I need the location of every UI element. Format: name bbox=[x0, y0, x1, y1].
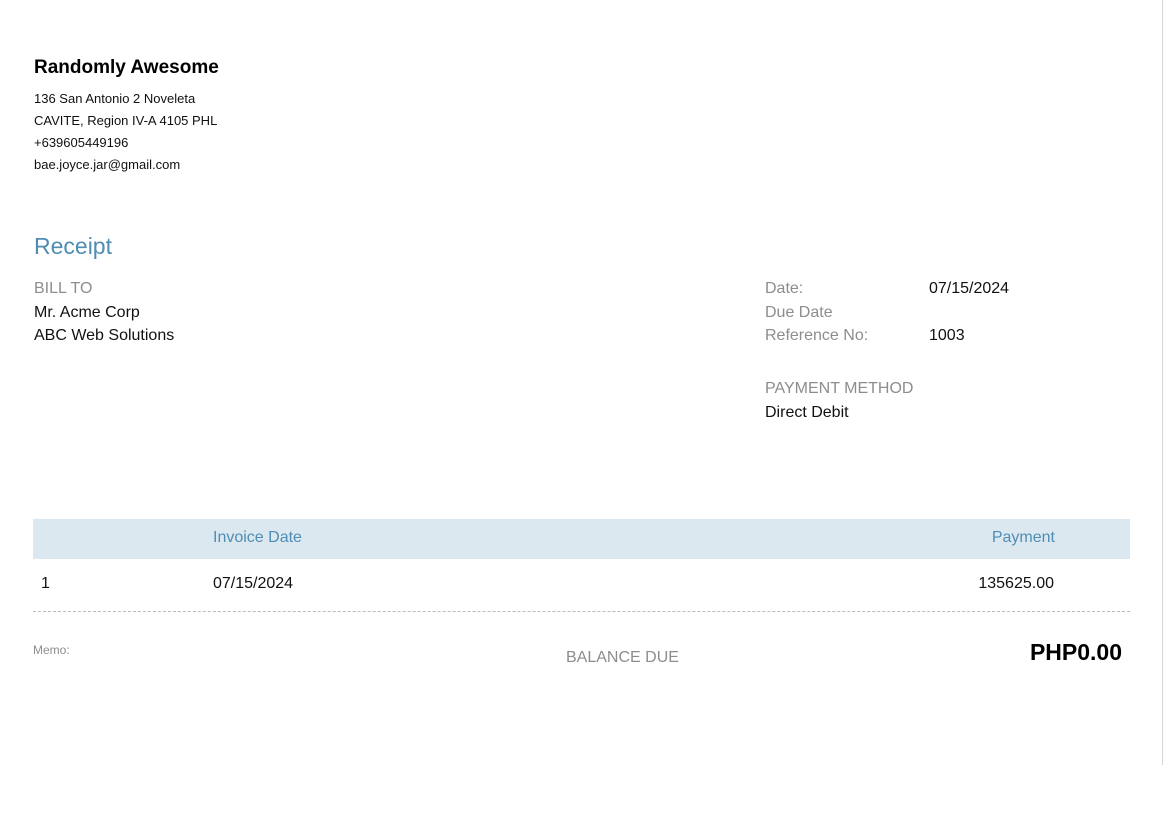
table-row: 1 07/15/2024 135625.00 bbox=[33, 559, 1130, 612]
row-number: 1 bbox=[41, 575, 50, 592]
bill-to-label: BILL TO bbox=[34, 280, 93, 297]
receipt-meta: Date: 07/15/2024 Due Date Reference No: … bbox=[765, 277, 1009, 348]
invoice-date-header: Invoice Date bbox=[213, 529, 302, 546]
company-email: bae.joyce.jar@gmail.com bbox=[34, 157, 181, 172]
date-row: Date: 07/15/2024 bbox=[765, 277, 1009, 301]
bill-to-company: ABC Web Solutions bbox=[34, 327, 175, 344]
date-label: Date: bbox=[765, 280, 804, 297]
document-title: Receipt bbox=[34, 233, 112, 259]
bill-to-section: BILL TO Mr. Acme Corp ABC Web Solutions bbox=[34, 277, 174, 348]
payment-method-value: Direct Debit bbox=[765, 403, 849, 421]
row-invoice-date: 07/15/2024 bbox=[213, 575, 294, 592]
balance-due-label: BALANCE DUE bbox=[566, 649, 679, 666]
address-line-1: 136 San Antonio 2 Noveleta bbox=[34, 91, 196, 106]
due-date-row: Due Date bbox=[765, 301, 1009, 325]
company-info: Randomly Awesome 136 San Antonio 2 Novel… bbox=[34, 57, 219, 176]
due-date-label: Due Date bbox=[765, 303, 833, 321]
page-edge bbox=[1162, 0, 1163, 765]
payments-table: Invoice Date Payment 1 07/15/2024 135625… bbox=[33, 519, 1130, 612]
bill-to-name: Mr. Acme Corp bbox=[34, 303, 140, 321]
payment-method-label: PAYMENT METHOD bbox=[765, 380, 914, 397]
reference-label: Reference No: bbox=[765, 327, 869, 344]
table-header: Invoice Date Payment bbox=[33, 519, 1130, 559]
memo-label: Memo: bbox=[33, 643, 70, 657]
company-name: Randomly Awesome bbox=[34, 57, 219, 78]
payment-header: Payment bbox=[991, 529, 1055, 546]
payment-method-section: PAYMENT METHOD Direct Debit bbox=[765, 377, 913, 424]
receipt-footer: Memo: BALANCE DUE PHP0.00 bbox=[33, 636, 1130, 676]
company-phone: +639605449196 bbox=[34, 135, 129, 150]
reference-row: Reference No: 1003 bbox=[765, 324, 1009, 348]
row-payment: 135625.00 bbox=[978, 575, 1054, 592]
reference-value: 1003 bbox=[929, 327, 965, 344]
balance-due-value: PHP0.00 bbox=[1029, 639, 1122, 665]
address-line-2: CAVITE, Region IV-A 4105 PHL bbox=[34, 113, 218, 128]
date-value: 07/15/2024 bbox=[929, 280, 1010, 297]
